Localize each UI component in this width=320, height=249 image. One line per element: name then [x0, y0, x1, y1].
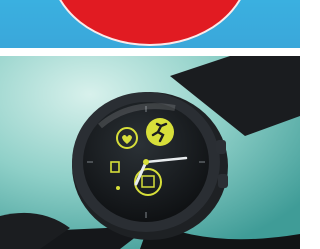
divider: [0, 48, 300, 56]
smartwatch-image: [0, 56, 300, 249]
crown-button-top: [216, 140, 226, 154]
red-badge-shape: [50, 0, 250, 46]
crown-button-bottom: [218, 174, 228, 188]
product-photo: [0, 56, 300, 249]
banner: [0, 0, 300, 48]
